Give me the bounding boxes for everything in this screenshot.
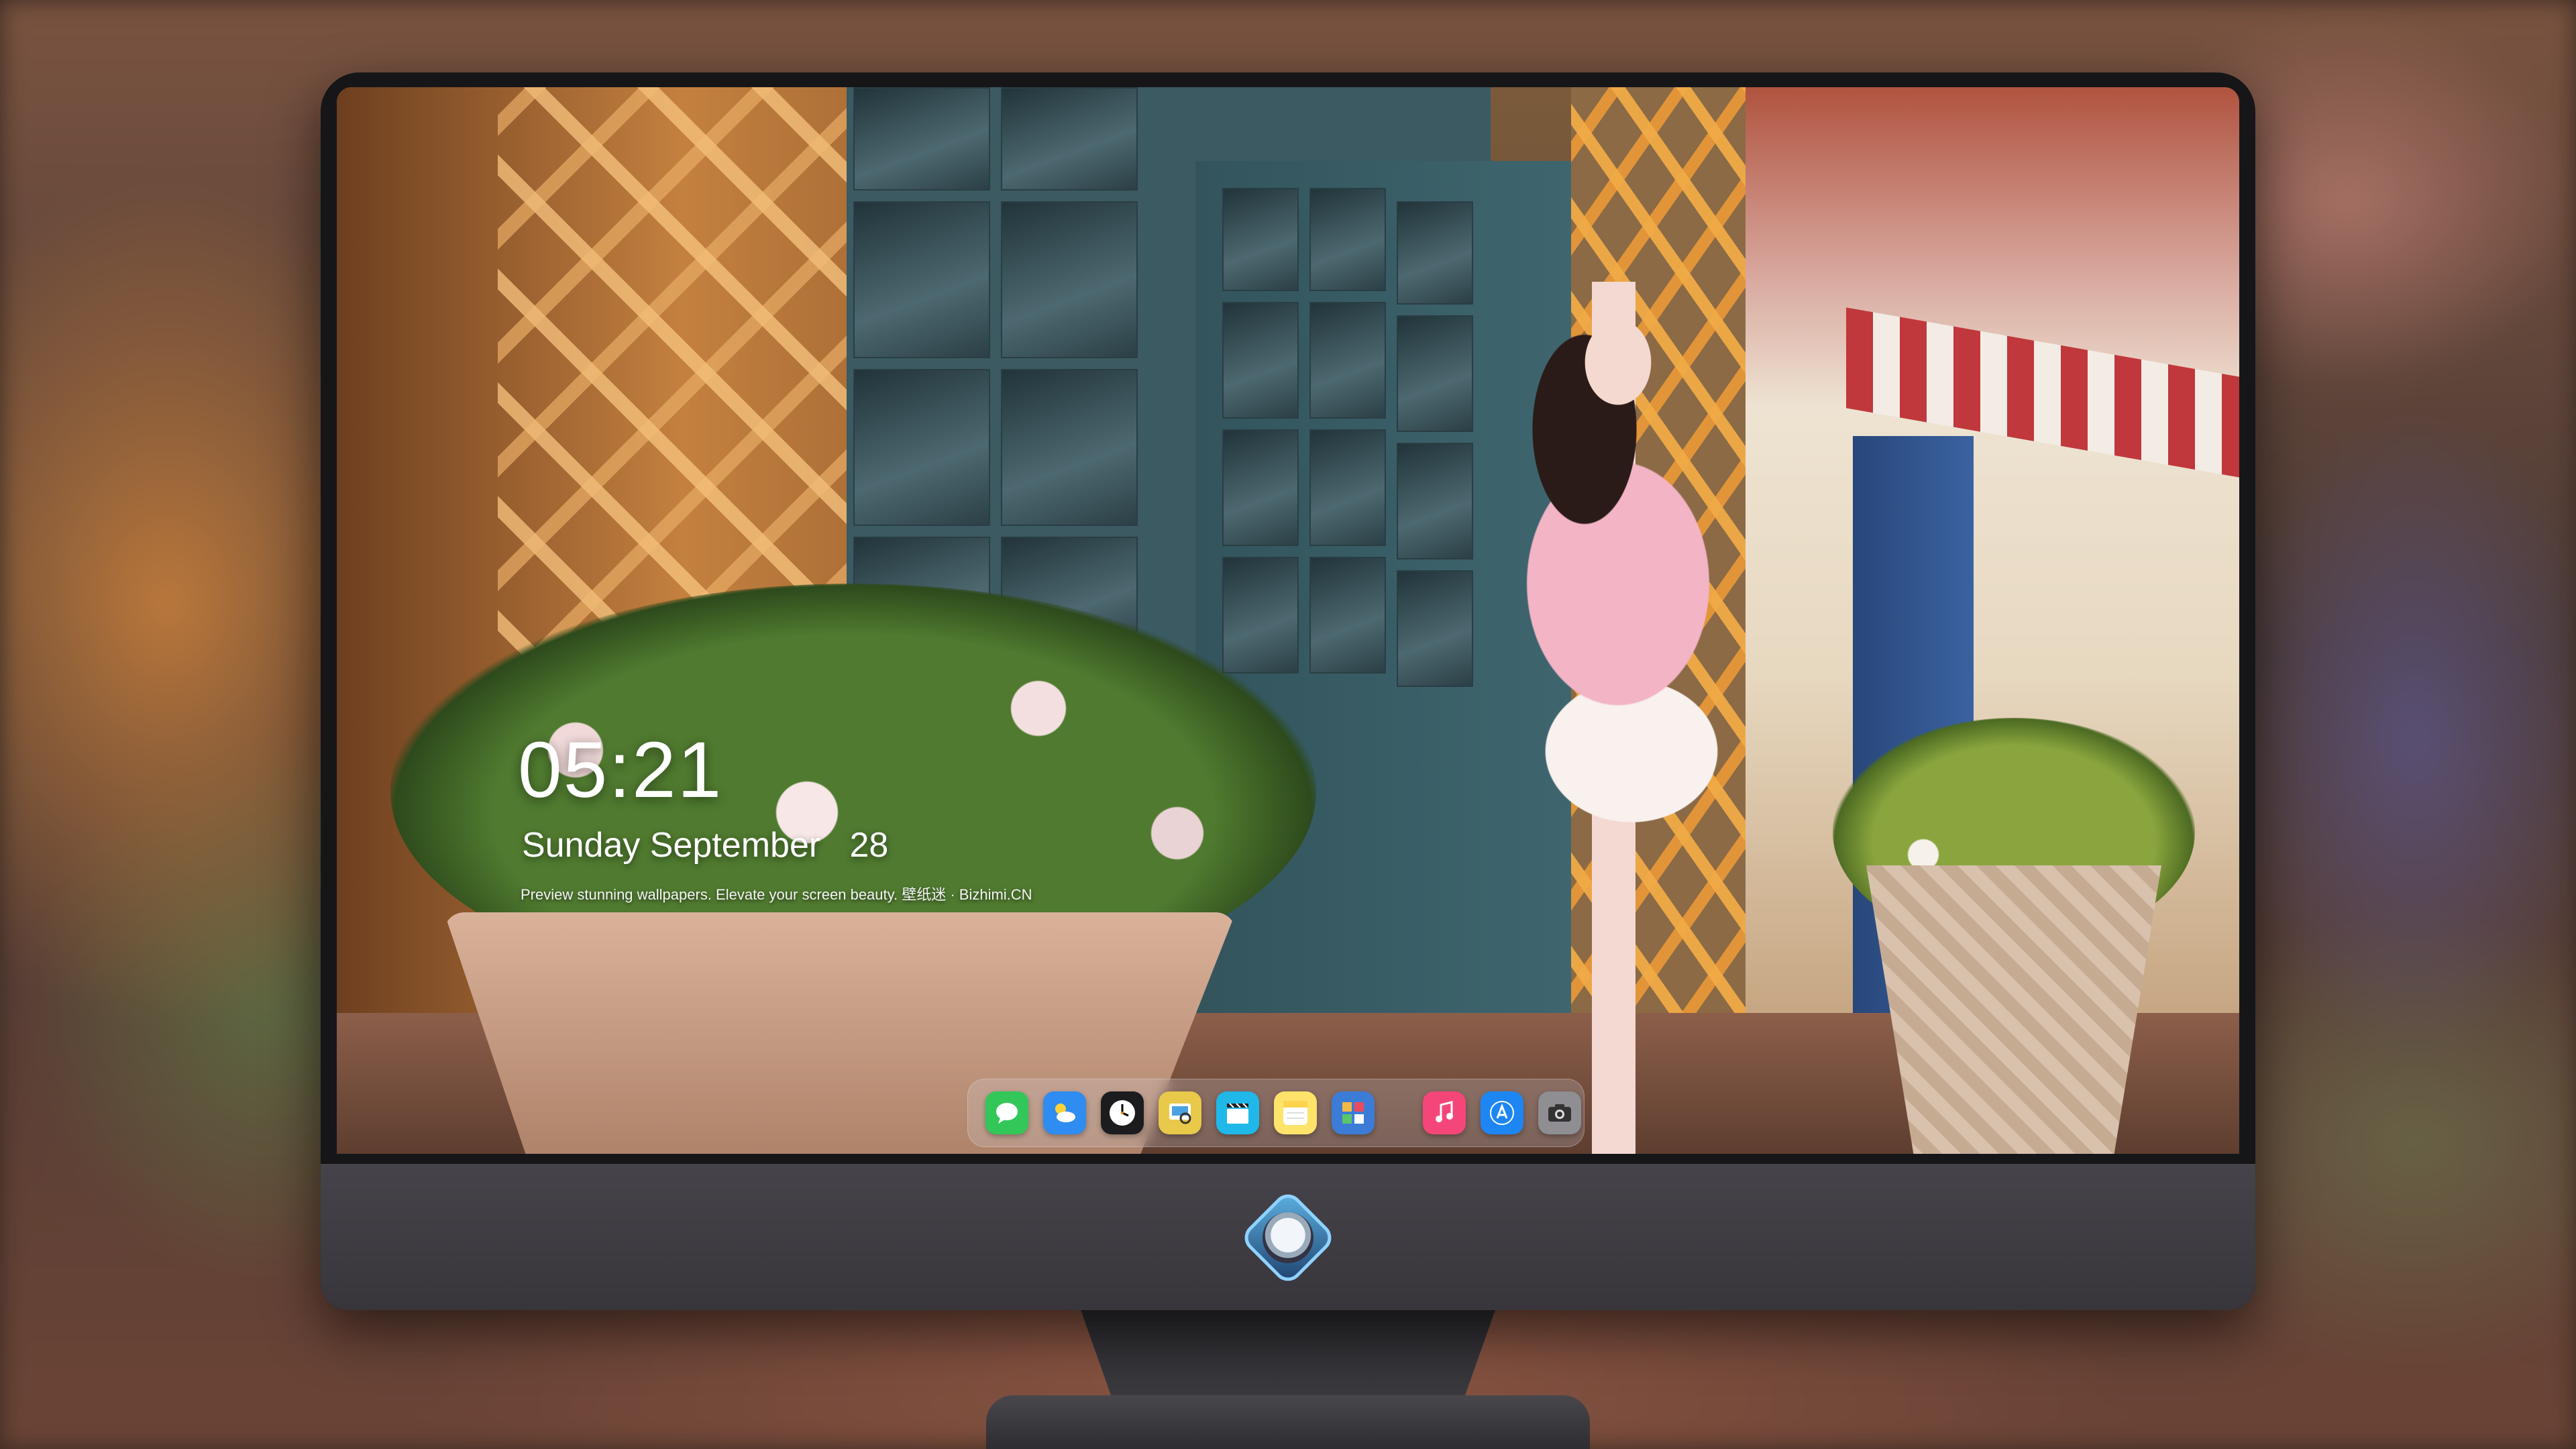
wallpaper-planter-right xyxy=(1866,865,2161,1154)
wallpaper-figure xyxy=(1491,282,1732,1154)
monitor-stand-base xyxy=(986,1395,1590,1449)
messages-icon[interactable] xyxy=(985,1091,1028,1134)
app-store-icon[interactable] xyxy=(1481,1091,1523,1134)
music-icon[interactable] xyxy=(1423,1091,1466,1134)
clock-icon[interactable] xyxy=(1101,1091,1144,1134)
brand-logo-mascot xyxy=(1263,1212,1313,1263)
lock-screen-date: Sunday September 28 xyxy=(522,826,889,865)
clips-icon[interactable] xyxy=(1216,1091,1259,1134)
dock xyxy=(967,1079,1585,1147)
monitor-stand-neck xyxy=(1080,1308,1496,1402)
preview-icon[interactable] xyxy=(1159,1091,1201,1134)
lock-screen-tagline: Preview stunning wallpapers. Elevate you… xyxy=(521,886,1032,903)
lock-screen-time: 05:21 xyxy=(518,726,723,814)
photo-booth-icon[interactable] xyxy=(1332,1091,1375,1134)
camera-icon[interactable] xyxy=(1538,1091,1581,1134)
notes-icon[interactable] xyxy=(1274,1091,1317,1134)
monitor-screen: 05:21 Sunday September 28 Preview stunni… xyxy=(337,87,2239,1154)
weather-icon[interactable] xyxy=(1043,1091,1086,1134)
